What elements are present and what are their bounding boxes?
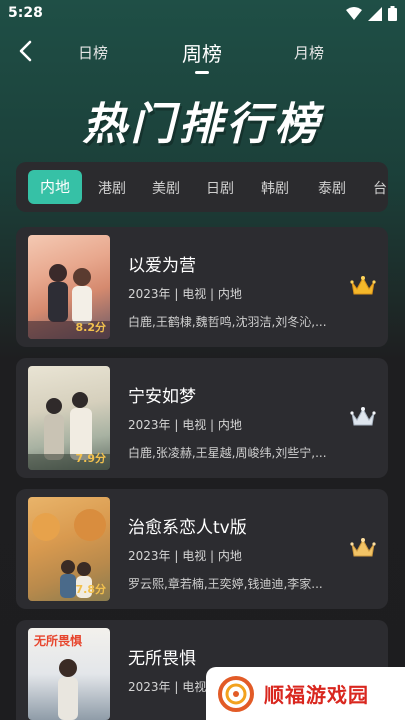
- status-time: 5:28: [8, 5, 43, 21]
- category-kr[interactable]: 韩剧: [261, 178, 289, 198]
- card-meta: 2023年 | 电视: [128, 680, 207, 694]
- category-bar: 内地 港剧 美剧 日剧 韩剧 泰剧 台: [16, 162, 388, 212]
- score-label: 7.9分: [75, 452, 107, 465]
- poster-image: 无所畏惧: [28, 628, 110, 720]
- tab-weekly[interactable]: 周榜: [182, 38, 222, 67]
- score-label: 7.8分: [75, 583, 107, 596]
- card-title: 宁安如梦: [128, 387, 196, 407]
- score-label: 8.2分: [75, 321, 107, 334]
- poster-image: 8.2分: [28, 235, 110, 339]
- card-title: 以爱为营: [128, 256, 196, 276]
- poster-image: 7.8分: [28, 497, 110, 601]
- category-jp[interactable]: 日剧: [206, 178, 234, 198]
- category-us[interactable]: 美剧: [152, 178, 180, 198]
- card-cast: 白鹿,王鹤棣,魏哲鸣,沈羽洁,刘冬沁,...: [128, 315, 327, 329]
- status-icons: [346, 6, 397, 25]
- bronze-crown-icon: [350, 537, 376, 559]
- card-title: 治愈系恋人tv版: [128, 518, 247, 538]
- tab-monthly[interactable]: 月榜: [294, 42, 324, 63]
- watermark-text: 顺福游戏园: [264, 683, 369, 707]
- chevron-left-icon: [18, 40, 32, 66]
- page-title: 热门排行榜: [82, 99, 323, 150]
- category-tw[interactable]: 台: [373, 178, 387, 198]
- tab-daily[interactable]: 日榜: [78, 42, 108, 63]
- watermark: 顺福游戏园: [206, 667, 405, 720]
- card-cast: 白鹿,张凌赫,王星越,周峻纬,刘些宁,...: [128, 446, 327, 460]
- signal-icon: [368, 6, 382, 25]
- poster-image: 7.9分: [28, 366, 110, 470]
- back-button[interactable]: [10, 38, 40, 68]
- wifi-icon: [346, 6, 362, 25]
- ranking-card-2[interactable]: 7.9分 宁安如梦 2023年 | 电视 | 内地 白鹿,张凌赫,王星越,周峻纬…: [16, 358, 388, 478]
- ranking-card-3[interactable]: 7.8分 治愈系恋人tv版 2023年 | 电视 | 内地 罗云熙,章若楠,王奕…: [16, 489, 388, 609]
- ranking-card-1[interactable]: 8.2分 以爱为营 2023年 | 电视 | 内地 白鹿,王鹤棣,魏哲鸣,沈羽洁…: [16, 227, 388, 347]
- silver-crown-icon: [350, 406, 376, 428]
- category-th[interactable]: 泰剧: [318, 178, 346, 198]
- card-cast: 罗云熙,章若楠,王奕婷,钱迪迪,李家...: [128, 577, 323, 591]
- tab-indicator: [195, 71, 209, 74]
- watermark-logo-icon: [218, 675, 254, 712]
- card-meta: 2023年 | 电视 | 内地: [128, 287, 242, 301]
- card-title: 无所畏惧: [128, 649, 196, 669]
- category-hk[interactable]: 港剧: [98, 178, 126, 198]
- card-meta: 2023年 | 电视 | 内地: [128, 418, 242, 432]
- status-bar: 5:28: [0, 0, 405, 28]
- battery-icon: [388, 6, 397, 25]
- category-mainland[interactable]: 内地: [28, 170, 83, 204]
- gold-crown-icon: [350, 275, 376, 297]
- card-meta: 2023年 | 电视 | 内地: [128, 549, 242, 563]
